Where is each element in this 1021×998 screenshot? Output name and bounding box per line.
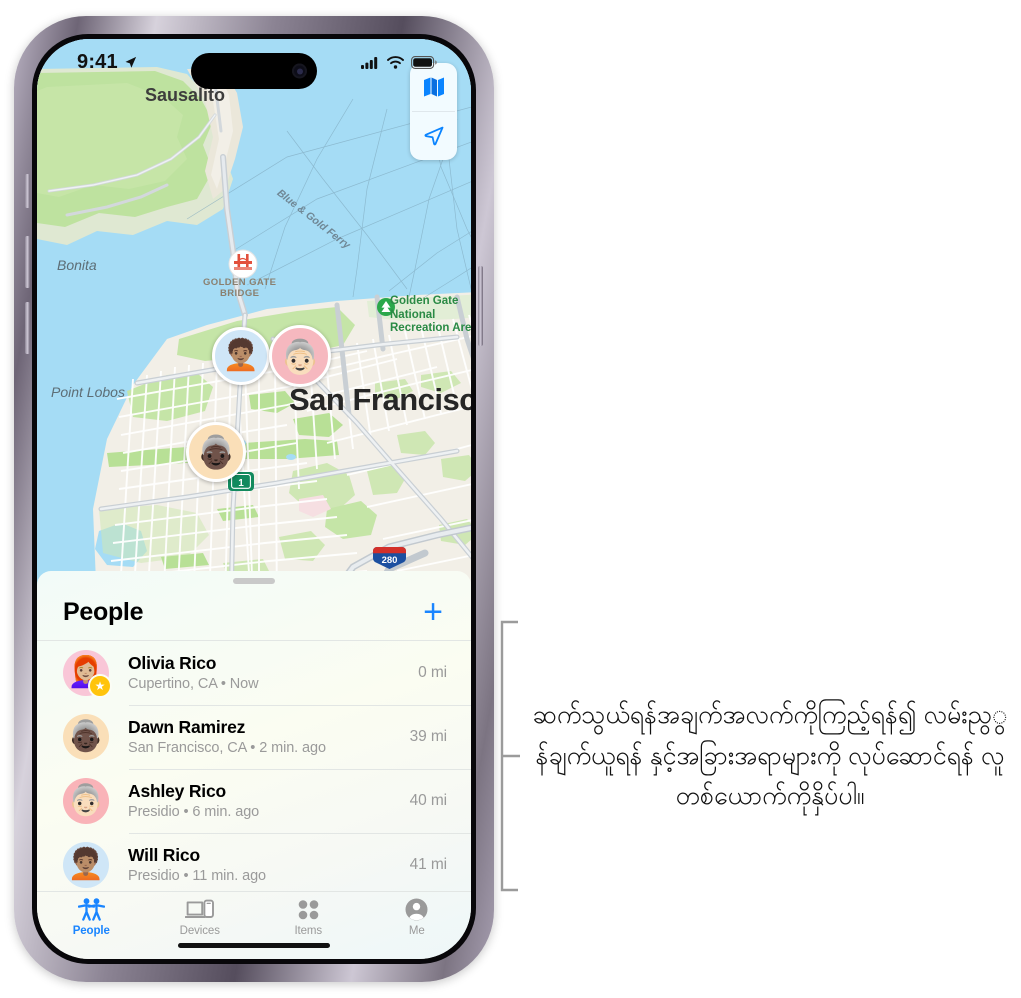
callout-bracket [496, 620, 522, 892]
person-distance: 40 mi [409, 792, 448, 809]
tab-items[interactable]: Items [254, 897, 363, 937]
avatar-wrapper: 👵🏿 [63, 714, 109, 760]
map-pin-ashley-rico[interactable]: 👵🏻 [269, 325, 331, 387]
person-name: Will Rico [128, 844, 200, 865]
callout-text: ဆက်သွယ်ရန်အချက်အလက်ကိုကြည့်ရန်၍ လမ်းညွွန… [532, 701, 1008, 811]
tab-bar: People Devices Items Me [37, 891, 471, 959]
bracket-icon [500, 620, 520, 892]
four-dots-icon [297, 897, 320, 922]
list-item-text: Olivia Rico Cupertino, CA • Now [128, 653, 408, 694]
iphone-device-frame: 1 280 Sausalito Bonita Point Lobos Blue … [14, 16, 494, 982]
tab-me[interactable]: Me [363, 897, 472, 937]
sheet-header: People + [37, 584, 471, 640]
avatar-wrapper: 👩🏼‍🦰 ★ [63, 650, 112, 698]
map-canvas: 1 280 [37, 39, 471, 607]
avatar-wrapper: 🧑🏽‍🦱 [63, 842, 109, 888]
map-view[interactable]: 1 280 Sausalito Bonita Point Lobos Blue … [37, 39, 471, 607]
two-people-icon [77, 897, 105, 922]
laptop-phone-icon [184, 897, 215, 922]
map-layers-icon [423, 77, 444, 97]
tab-label: Me [408, 925, 425, 937]
map-pin-dawn-ramirez[interactable]: 👵🏿 [186, 422, 246, 482]
mute-switch[interactable] [25, 174, 30, 208]
person-distance: 0 mi [418, 664, 447, 681]
avatar-wrapper: 👵🏻 [63, 778, 109, 824]
page-title: People [63, 597, 144, 626]
person-subtitle: Presidio • 6 min. ago [128, 804, 260, 821]
favorite-star-badge: ★ [88, 674, 112, 698]
device-screen: 1 280 Sausalito Bonita Point Lobos Blue … [37, 39, 471, 959]
volume-down-button[interactable] [25, 302, 30, 354]
svg-text:1: 1 [238, 478, 244, 489]
tab-label: People [72, 925, 110, 937]
list-item-olivia-rico[interactable]: 👩🏼‍🦰 ★ Olivia Rico Cupertino, CA • Now 0… [37, 641, 471, 705]
add-person-button[interactable]: + [419, 593, 447, 631]
device-bezel: 1 280 Sausalito Bonita Point Lobos Blue … [32, 34, 476, 964]
person-name: Ashley Rico [128, 780, 226, 801]
list-item-ashley-rico[interactable]: 👵🏻 Ashley Rico Presidio • 6 min. ago 40 … [37, 769, 471, 833]
person-name: Olivia Rico [128, 652, 217, 673]
svg-text:280: 280 [382, 555, 398, 566]
list-item-text: Ashley Rico Presidio • 6 min. ago [128, 781, 400, 822]
current-location-button[interactable] [410, 112, 457, 160]
map-pin-will-rico[interactable]: 🧑🏽‍🦱 [212, 327, 270, 385]
power-button[interactable] [478, 266, 483, 346]
person-circle-icon [405, 897, 428, 922]
map-controls-panel [410, 63, 457, 160]
person-subtitle: San Francisco, CA • 2 min. ago [128, 740, 326, 757]
home-indicator[interactable] [178, 943, 330, 948]
avatar: 🧑🏽‍🦱 [63, 842, 109, 888]
list-item-dawn-ramirez[interactable]: 👵🏿 Dawn Ramirez San Francisco, CA • 2 mi… [37, 705, 471, 769]
list-item-text: Will Rico Presidio • 11 min. ago [128, 845, 400, 886]
people-sheet: People + 👩🏼‍🦰 ★ Olivia Rico Cupertino, C… [37, 571, 471, 959]
avatar: 👵🏻 [63, 778, 109, 824]
volume-up-button[interactable] [25, 236, 30, 288]
current-location-arrow-icon [424, 126, 443, 146]
callout-annotation: ဆက်သွယ်ရန်အချက်အလက်ကိုကြည့်ရန်၍ လမ်းညွွန… [496, 620, 1008, 892]
person-distance: 41 mi [409, 856, 448, 873]
map-layers-button[interactable] [410, 63, 457, 111]
people-list: 👩🏼‍🦰 ★ Olivia Rico Cupertino, CA • Now 0… [37, 641, 471, 891]
person-subtitle: Cupertino, CA • Now [128, 676, 259, 693]
tab-people[interactable]: People [37, 897, 146, 937]
person-subtitle: Presidio • 11 min. ago [128, 868, 267, 885]
avatar: 👵🏿 [63, 714, 109, 760]
person-name: Dawn Ramirez [128, 716, 246, 737]
list-item-will-rico[interactable]: 🧑🏽‍🦱 Will Rico Presidio • 11 min. ago 41… [37, 833, 471, 891]
tab-label: Devices [179, 925, 220, 937]
list-item-text: Dawn Ramirez San Francisco, CA • 2 min. … [128, 717, 400, 758]
tab-devices[interactable]: Devices [146, 897, 255, 937]
tab-label: Items [294, 925, 323, 937]
person-distance: 39 mi [409, 728, 448, 745]
